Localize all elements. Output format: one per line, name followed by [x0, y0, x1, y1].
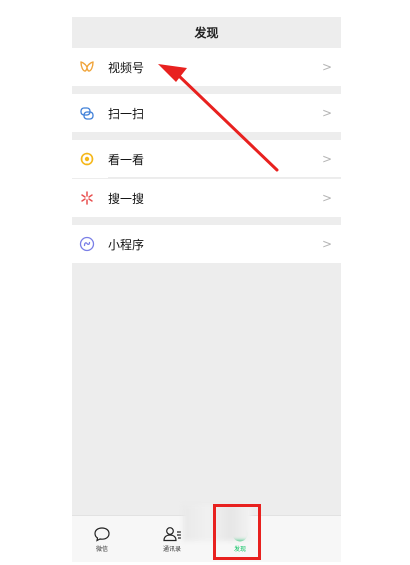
tab-label: 微信	[95, 546, 108, 553]
tab-label: 通讯录	[162, 546, 181, 553]
menu-item-label: 看一看	[108, 152, 145, 167]
page-title: 发现	[72, 17, 341, 48]
menu-item-label: 视频号	[108, 60, 145, 75]
chat-bubble-icon	[94, 527, 110, 542]
menu-item-search[interactable]: 搜一搜 >	[72, 179, 341, 217]
row-divider	[108, 177, 341, 178]
chevron-right-icon: >	[321, 152, 332, 166]
chevron-right-icon: >	[321, 106, 332, 120]
scan-icon	[80, 107, 94, 120]
highlight-box	[213, 504, 261, 560]
menu-item-scan[interactable]: 扫一扫 >	[72, 94, 341, 132]
menu-item-label: 搜一搜	[108, 191, 145, 206]
chevron-right-icon: >	[321, 237, 332, 251]
search-sparkle-icon	[81, 191, 93, 205]
channels-butterfly-icon	[80, 61, 94, 72]
chevron-right-icon: >	[321, 60, 332, 74]
top-stories-icon	[80, 152, 94, 166]
phone-screen: 发现 视频号 > 扫一扫 > 看一看 > 搜一搜 > 小程序 > 微信 通讯录 …	[72, 17, 341, 562]
menu-item-label: 扫一扫	[108, 106, 145, 121]
mini-program-icon	[79, 236, 95, 252]
menu-item-top-stories[interactable]: 看一看 >	[72, 140, 341, 178]
menu-item-channels[interactable]: 视频号 >	[72, 48, 341, 86]
contacts-icon	[163, 527, 181, 542]
chevron-right-icon: >	[321, 191, 332, 205]
menu-item-label: 小程序	[108, 237, 145, 252]
tab-chats[interactable]: 微信	[77, 516, 127, 562]
menu-item-mini-programs[interactable]: 小程序 >	[72, 225, 341, 263]
